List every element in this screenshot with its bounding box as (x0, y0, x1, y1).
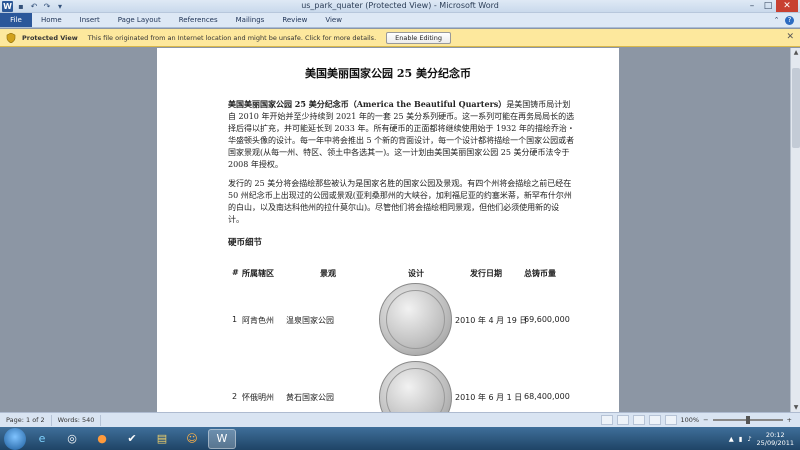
start-button[interactable] (4, 427, 26, 450)
table-cell-date: 2010 年 4 月 19 日 (455, 316, 528, 325)
messenger-icon[interactable]: ☺ (178, 429, 206, 449)
vertical-scrollbar[interactable]: ▲ ▼ (790, 48, 800, 412)
coin-rim (386, 368, 445, 412)
zoom-in-icon[interactable]: + (787, 416, 792, 424)
intro-bold-text: 美国美丽国家公园 25 美分纪念币（America the Beautiful … (228, 99, 507, 109)
coin-rim (386, 290, 445, 349)
intro-paragraph: 美国美丽国家公园 25 美分纪念币（America the Beautiful … (228, 98, 575, 171)
enable-editing-button[interactable]: Enable Editing (386, 31, 451, 44)
table-cell-num: 1 (232, 315, 238, 324)
table-cell-mintage: 68,400,000 (524, 392, 570, 401)
document-title: 美国美丽国家公园 25 美分纪念币 (305, 67, 471, 80)
network-icon[interactable]: ▮ (739, 435, 743, 443)
clock[interactable]: 20:12 25/09/2011 (757, 431, 794, 447)
word-count[interactable]: Words: 540 (52, 414, 102, 426)
title-bar: W ▪ ↶ ↷ ▾ us_park_quater (Protected View… (0, 0, 800, 13)
tab-page-layout[interactable]: Page Layout (109, 13, 170, 27)
scroll-up-icon[interactable]: ▲ (791, 48, 800, 57)
chrome-icon[interactable]: ◎ (58, 429, 86, 449)
col-header-region: 所属辖区 (242, 269, 274, 278)
window-title: us_park_quater (Protected View) - Micros… (301, 1, 499, 10)
file-explorer-icon[interactable]: ▤ (148, 429, 176, 449)
clock-date: 25/09/2011 (756, 438, 794, 447)
ribbon-tabs: File Home Insert Page Layout References … (0, 13, 800, 28)
coin-image-yellowstone (379, 361, 452, 412)
clock-time: 20:12 (765, 430, 785, 439)
zoom-slider-knob[interactable] (745, 416, 750, 424)
draft-view-button[interactable] (664, 415, 677, 425)
tab-view[interactable]: View (316, 13, 351, 27)
close-icon[interactable]: ✕ (786, 32, 794, 42)
tab-insert[interactable]: Insert (71, 13, 109, 27)
tab-review[interactable]: Review (273, 13, 316, 27)
ribbon-right-controls: ⌃ ? (772, 13, 800, 27)
table-cell-region: 阿肯色州 (242, 316, 274, 325)
zoom-out-icon[interactable]: − (703, 416, 708, 424)
coin-image-hot-springs (379, 283, 452, 356)
tab-file[interactable]: File (0, 13, 32, 27)
col-header-num: # (232, 268, 239, 277)
window-controls: – □ ✕ (744, 0, 798, 12)
zoom-slider[interactable] (712, 416, 783, 424)
table-cell-date: 2010 年 6 月 1 日 (455, 393, 523, 402)
document-page[interactable]: 美国美丽国家公园 25 美分纪念币 美国美丽国家公园 25 美分纪念币（Amer… (157, 48, 619, 412)
document-area[interactable]: 美国美丽国家公园 25 美分纪念币 美国美丽国家公园 25 美分纪念币（Amer… (0, 48, 790, 412)
table-cell-site: 温泉国家公园 (286, 316, 334, 325)
firefox-icon[interactable]: ● (88, 429, 116, 449)
col-header-mintage: 总铸币量 (524, 269, 556, 278)
scrollbar-thumb[interactable] (792, 68, 800, 148)
maximize-button[interactable]: □ (760, 0, 776, 12)
protected-view-title: Protected View (22, 33, 78, 42)
second-paragraph: 发行的 25 美分将会描绘那些被认为是国家名胜的国家公园及景观。有四个州将会描绘… (228, 179, 572, 224)
scroll-down-icon[interactable]: ▼ (791, 403, 800, 412)
status-right: 100% − + (600, 415, 800, 425)
tab-mailings[interactable]: Mailings (227, 13, 274, 27)
protected-view-message[interactable]: This file originated from an Internet lo… (88, 34, 376, 42)
internet-explorer-icon[interactable]: e (28, 429, 56, 449)
zoom-level[interactable]: 100% (681, 416, 700, 424)
web-layout-view-button[interactable] (632, 415, 645, 425)
tab-home[interactable]: Home (32, 13, 71, 27)
col-header-site: 景观 (320, 269, 336, 278)
help-icon[interactable]: ? (785, 15, 794, 25)
tab-references[interactable]: References (170, 13, 227, 27)
volume-icon[interactable]: ♪ (747, 435, 751, 443)
page-count[interactable]: Page: 1 of 2 (0, 414, 52, 426)
task-app-icon[interactable]: ✔ (118, 429, 146, 449)
table-cell-region: 怀俄明州 (242, 393, 274, 402)
protected-view-bar[interactable]: Protected View This file originated from… (0, 29, 800, 47)
table-cell-site: 黄石国家公园 (286, 393, 334, 402)
intro-text: 是美国铸币局计划自 2010 年开始并至少持续到 2021 年的一套 25 美分… (228, 100, 575, 169)
taskbar: e ◎ ● ✔ ▤ ☺ W ▲ ▮ ♪ 20:12 25/09/2011 (0, 427, 800, 450)
print-layout-view-button[interactable] (600, 415, 613, 425)
table-cell-mintage: 69,600,000 (524, 315, 570, 324)
col-header-date: 发行日期 (470, 269, 502, 278)
system-tray: ▲ ▮ ♪ 20:12 25/09/2011 (729, 431, 800, 447)
status-bar: Page: 1 of 2 Words: 540 100% − + (0, 412, 800, 427)
minimize-button[interactable]: – (744, 0, 760, 12)
show-hidden-icons-icon[interactable]: ▲ (729, 435, 734, 443)
section-heading: 硬币细节 (228, 238, 263, 248)
col-header-design: 设计 (408, 269, 424, 278)
minimize-ribbon-icon[interactable]: ⌃ (772, 16, 781, 25)
table-cell-num: 2 (232, 392, 238, 401)
close-button[interactable]: ✕ (776, 0, 798, 12)
word-taskbar-icon[interactable]: W (208, 428, 236, 449)
full-screen-view-button[interactable] (616, 415, 629, 425)
outline-view-button[interactable] (648, 415, 661, 425)
shield-icon (6, 32, 16, 43)
